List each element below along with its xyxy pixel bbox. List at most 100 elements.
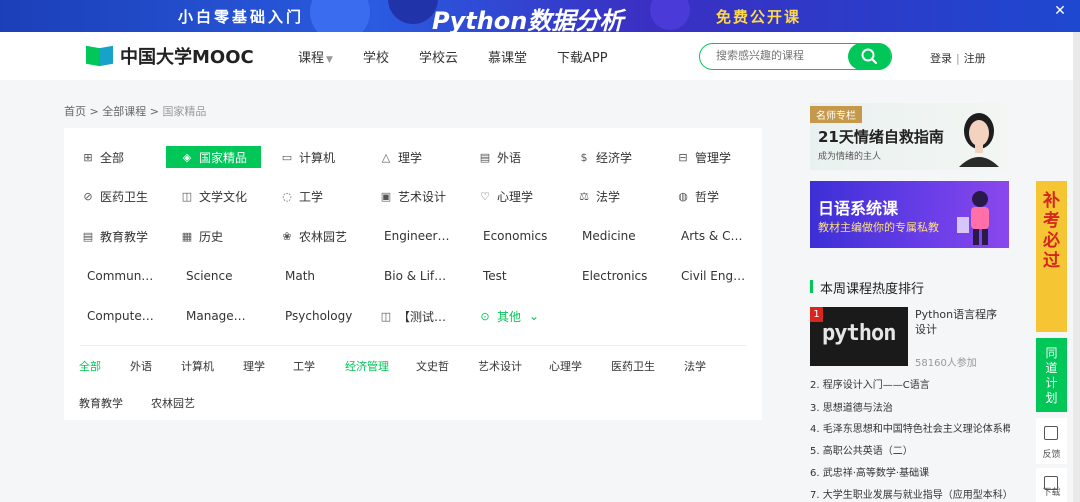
ranking-item[interactable]: 6. 武忠祥·高等数学·基础课 — [810, 464, 1010, 479]
category-engineering-en[interactable]: Engineer… — [384, 225, 449, 247]
search-button[interactable] — [848, 43, 891, 70]
ranking-item[interactable]: 5. 高职公共英语（二） — [810, 442, 1010, 457]
category-psychology-en[interactable]: Psychology — [285, 305, 352, 327]
exam-pass-ad[interactable]: 补考必过 — [1036, 181, 1067, 332]
category-economics-en[interactable]: Economics — [483, 225, 547, 247]
category-test-en[interactable]: Test — [483, 265, 507, 287]
sub-filter-science[interactable]: 理学 — [243, 358, 265, 374]
nav-courses[interactable]: 课程 ▼ — [298, 47, 333, 66]
category-test-cn[interactable]: ◫ 【测试… — [379, 305, 446, 327]
category-law[interactable]: ⚖ 法学 — [577, 185, 620, 207]
category-label: 法学 — [596, 189, 621, 204]
nav-school-cloud[interactable]: 学校云 — [419, 47, 458, 66]
category-label: 历史 — [199, 229, 224, 244]
nav-schools[interactable]: 学校 — [363, 47, 389, 66]
ad-famous-teacher[interactable]: 名师专栏 21天情绪自救指南 成为情绪的主人 — [810, 103, 1009, 170]
category-civil-en[interactable]: Civil Eng… — [681, 265, 745, 287]
ad-japanese-course[interactable]: 日语系统课 教材主编做你的专属私教 — [810, 181, 1009, 248]
login-link[interactable]: 登录 — [930, 52, 952, 65]
ranking-item[interactable]: 7. 大学生职业发展与就业指导（应用型本科） — [810, 486, 1010, 501]
sub-filter-law[interactable]: 法学 — [684, 358, 706, 374]
pin-icon: ◍ — [678, 189, 688, 203]
sub-filter-agriculture[interactable]: 农林园艺 — [151, 395, 195, 411]
sub-filter-education[interactable]: 教育教学 — [79, 395, 123, 411]
category-education[interactable]: ▤ 教育教学 — [81, 225, 148, 247]
category-engineering[interactable]: ◌ 工学 — [280, 185, 323, 207]
briefcase-icon: ⊟ — [678, 150, 688, 164]
search-input[interactable] — [716, 49, 836, 62]
breadcrumb-home[interactable]: 首页 — [64, 105, 86, 118]
logo[interactable]: 中国大学MOOC — [86, 44, 254, 68]
promo-banner[interactable]: 小白零基础入门 Python数据分析 免费公开课 ✕ — [0, 0, 1080, 32]
category-more[interactable]: ⊙ 其他 ⌄ — [478, 305, 539, 327]
category-bio-en[interactable]: Bio & Lif… — [384, 265, 446, 287]
coin-icon: $ — [580, 150, 588, 164]
close-icon[interactable]: ✕ — [1050, 1, 1070, 21]
category-computer[interactable]: ▭ 计算机 — [280, 146, 335, 168]
image-icon: ▣ — [380, 189, 392, 203]
ad-subtitle: 教材主编做你的专属私教 — [818, 221, 939, 234]
category-economics[interactable]: $ 经济学 — [577, 146, 633, 168]
category-management-en[interactable]: Manage… — [186, 305, 246, 327]
category-national-premium[interactable]: ◈ 国家精品 — [166, 146, 262, 168]
category-label: 管理学 — [695, 150, 732, 165]
category-agriculture[interactable]: ❀ 农林园艺 — [280, 225, 347, 247]
rank-number: 1 — [810, 307, 823, 322]
ranking-item[interactable]: 2. 程序设计入门——C语言 — [810, 376, 1010, 391]
category-label: 文学文化 — [199, 189, 248, 204]
category-all[interactable]: ⊞ 全部 — [81, 146, 124, 168]
breadcrumb-all[interactable]: 全部课程 — [102, 105, 146, 118]
category-electronics-en[interactable]: Electronics — [582, 265, 647, 287]
sub-filter-all[interactable]: 全部 — [79, 358, 101, 374]
feedback-button[interactable]: 反馈 — [1036, 418, 1067, 464]
category-medicine[interactable]: ⊘ 医药卫生 — [81, 185, 148, 207]
category-computer-en[interactable]: Compute… — [87, 305, 154, 327]
ranking-item[interactable]: 4. 毛泽东思想和中国特色社会主义理论体系概论 — [810, 420, 1010, 435]
category-label: 艺术设计 — [398, 189, 447, 204]
nav-mooc-classroom[interactable]: 慕课堂 — [488, 47, 527, 66]
category-philosophy[interactable]: ◍ 哲学 — [676, 185, 719, 207]
top-course-participants: 58160人参加 — [915, 358, 977, 369]
sub-filter-psychology[interactable]: 心理学 — [549, 358, 582, 374]
breadcrumb: 首页 > 全部课程 > 国家精品 — [64, 105, 207, 118]
grid-icon: ⊞ — [83, 150, 93, 164]
category-math-en[interactable]: Math — [285, 265, 315, 287]
ranking-title: 本周课程热度排行 — [810, 278, 924, 297]
category-art-design[interactable]: ▣ 艺术设计 — [379, 185, 446, 207]
book-icon: ◫ — [181, 189, 193, 203]
sub-filter-economics-management[interactable]: 经济管理 — [345, 358, 389, 374]
sub-filter-art-design[interactable]: 艺术设计 — [478, 358, 522, 374]
sub-filter-foreign-language[interactable]: 外语 — [130, 358, 152, 374]
top-course-title[interactable]: Python语言程序设计 — [915, 307, 1007, 337]
category-literature[interactable]: ◫ 文学文化 — [180, 185, 247, 207]
category-science-en[interactable]: Science — [186, 265, 233, 287]
category-management[interactable]: ⊟ 管理学 — [676, 146, 731, 168]
register-link[interactable]: 注册 — [964, 52, 986, 65]
sub-filter-computer[interactable]: 计算机 — [181, 358, 214, 374]
category-history[interactable]: ▦ 历史 — [180, 225, 223, 247]
page-scrollbar[interactable] — [1073, 32, 1080, 502]
teacher-portrait-image — [959, 113, 999, 167]
category-medicine-en[interactable]: Medicine — [582, 225, 636, 247]
category-science[interactable]: △ 理学 — [379, 146, 422, 168]
auth-links: 登录 | 注册 — [930, 50, 986, 66]
sub-filter-medicine[interactable]: 医药卫生 — [611, 358, 655, 374]
download-button[interactable]: 下载 — [1036, 468, 1067, 502]
category-label: 经济学 — [596, 150, 633, 165]
nav-download-app[interactable]: 下载APP — [557, 47, 608, 66]
sub-filter-humanities[interactable]: 文史哲 — [416, 358, 449, 374]
top-course-thumbnail[interactable]: 1 python — [810, 307, 908, 366]
category-label: 【测试… — [398, 309, 447, 324]
category-arts-en[interactable]: Arts & C… — [681, 225, 742, 247]
badge-icon: ◈ — [182, 150, 192, 164]
ranking-item[interactable]: 3. 思想道德与法治 — [810, 399, 1010, 414]
category-foreign-language[interactable]: ▤ 外语 — [478, 146, 521, 168]
doc-icon: ▤ — [82, 229, 94, 243]
sub-filter-engineering[interactable]: 工学 — [293, 358, 315, 374]
category-psychology[interactable]: ♡ 心理学 — [478, 185, 533, 207]
tongdao-plan-text: 同道计划 — [1045, 346, 1058, 405]
category-communication-en[interactable]: Commun… — [87, 265, 153, 287]
tongdao-plan-button[interactable]: 同道计划 — [1036, 338, 1067, 412]
leaf-icon: ❀ — [282, 229, 292, 243]
ad-title: 日语系统课 — [818, 199, 899, 218]
